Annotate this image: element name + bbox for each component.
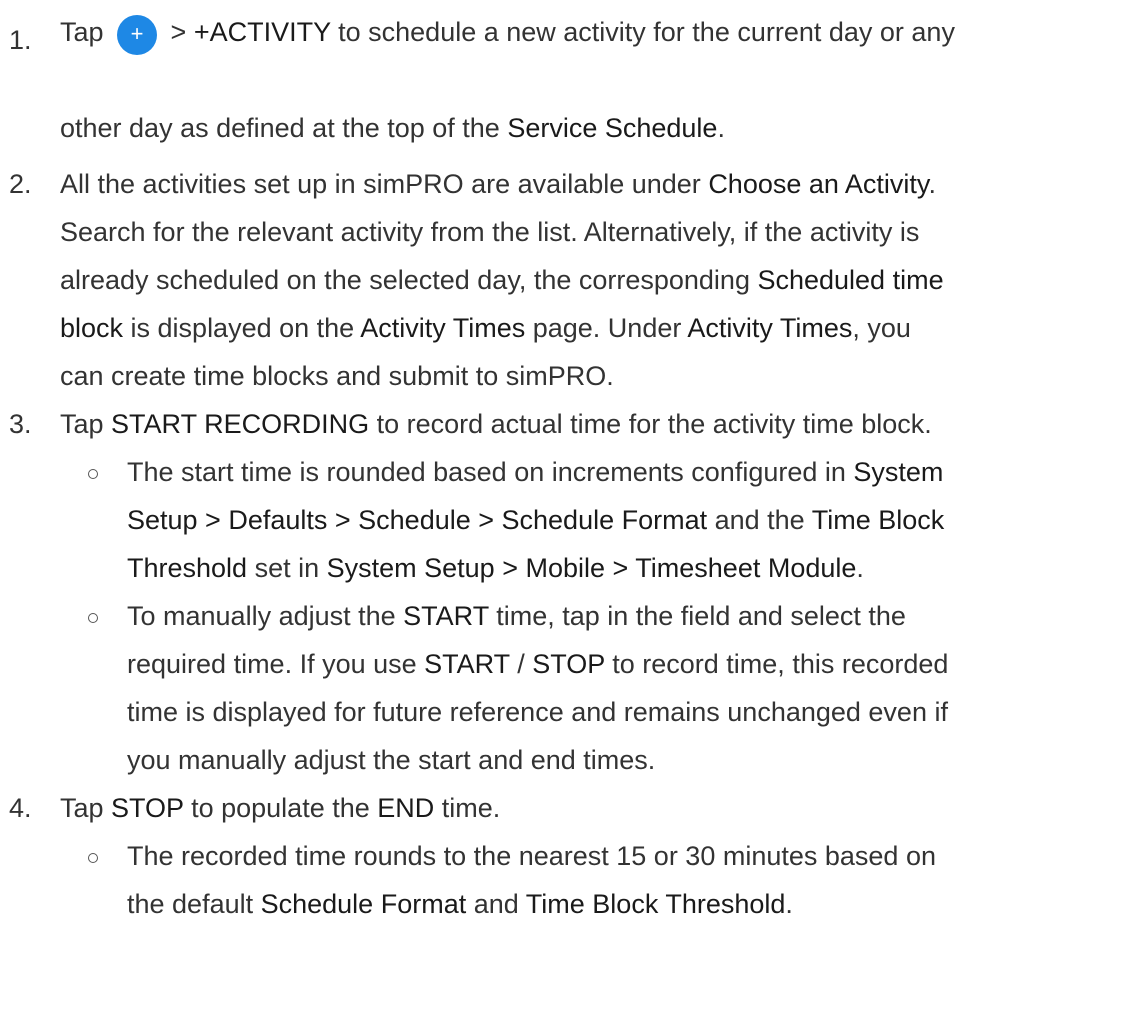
- text-segment: /: [509, 649, 533, 679]
- text-segment: to populate the: [183, 793, 378, 823]
- text-segment: to record actual time for the activity t…: [369, 409, 932, 439]
- text-segment: required time. If you use: [127, 649, 425, 679]
- text-segment: .: [717, 113, 725, 143]
- text-segment: time, tap in the field and select the: [488, 601, 906, 631]
- bullet-text: The recorded time rounds to the nearest …: [127, 832, 936, 928]
- ui-term: START: [403, 601, 489, 631]
- ui-term: STOP: [111, 793, 184, 823]
- text-line: you manually adjust the start and end ti…: [127, 736, 948, 784]
- step-text: Tap + > +ACTIVITY to schedule a new acti…: [60, 8, 1128, 152]
- ui-term: Time Block: [811, 505, 945, 535]
- ui-term: +ACTIVITY: [193, 17, 331, 47]
- text-line: The start time is rounded based on incre…: [127, 448, 944, 496]
- text-segment: Tap: [60, 17, 112, 47]
- ui-term: Scheduled time: [757, 265, 944, 295]
- ui-term: Threshold: [127, 553, 248, 583]
- text-segment: to schedule a new activity for the curre…: [330, 17, 955, 47]
- plus-button-icon: +: [117, 14, 158, 55]
- text-segment: you manually adjust the start and end ti…: [127, 745, 656, 775]
- ui-term: Choose an Activity: [708, 169, 929, 199]
- text-line: To manually adjust the START time, tap i…: [127, 592, 948, 640]
- step-text: All the activities set up in simPRO are …: [60, 160, 1128, 400]
- text-segment: Tap: [60, 409, 112, 439]
- ui-term: System: [853, 457, 944, 487]
- text-segment: already scheduled on the selected day, t…: [60, 265, 758, 295]
- text-segment: .: [856, 553, 864, 583]
- text-segment: >: [163, 17, 194, 47]
- text-segment: .: [785, 889, 793, 919]
- text-line: All the activities set up in simPRO are …: [60, 160, 1128, 208]
- ui-term: Activity Times: [687, 313, 853, 343]
- text-segment: To manually adjust the: [127, 601, 404, 631]
- text-line: Tap + > +ACTIVITY to schedule a new acti…: [60, 8, 1128, 56]
- text-segment: Search for the relevant activity from th…: [60, 217, 920, 247]
- text-line: other day as defined at the top of the S…: [60, 104, 1128, 152]
- text-segment: and: [466, 889, 526, 919]
- text-segment: .: [928, 169, 936, 199]
- ui-term: Schedule Format: [260, 889, 467, 919]
- text-line: Threshold set in System Setup > Mobile >…: [127, 544, 944, 592]
- bullet-text: The start time is rounded based on incre…: [127, 448, 944, 592]
- text-line: Tap STOP to populate the END time.: [60, 784, 1128, 832]
- bullet-marker: [88, 613, 98, 623]
- bullet-text: To manually adjust the START time, tap i…: [127, 592, 948, 784]
- ui-term: Time Block Threshold: [525, 889, 786, 919]
- text-segment: The start time is rounded based on incre…: [127, 457, 854, 487]
- bullet-marker: [88, 469, 98, 479]
- ui-term: System Setup > Mobile > Timesheet Module: [326, 553, 857, 583]
- ui-term: START RECORDING: [111, 409, 370, 439]
- text-line: [60, 56, 1128, 104]
- step-number: 2.: [9, 169, 32, 199]
- text-segment: set in: [247, 553, 327, 583]
- step-number: 4.: [9, 793, 32, 823]
- text-segment: and the: [707, 505, 812, 535]
- ui-term: block: [60, 313, 124, 343]
- text-line: block is displayed on the Activity Times…: [60, 304, 1128, 352]
- step-text: Tap STOP to populate the END time.: [60, 784, 1128, 832]
- text-segment: page. Under: [525, 313, 688, 343]
- bullet-marker: [88, 853, 98, 863]
- text-segment: can create time blocks and submit to sim…: [60, 361, 614, 391]
- text-segment: Tap: [60, 793, 112, 823]
- step-number: 3.: [9, 409, 32, 439]
- step-number: 1.: [9, 25, 32, 55]
- ui-term: STOP: [532, 649, 605, 679]
- text-line: required time. If you use START / STOP t…: [127, 640, 948, 688]
- text-segment: time is displayed for future reference a…: [127, 697, 948, 727]
- text-line: can create time blocks and submit to sim…: [60, 352, 1128, 400]
- text-line: time is displayed for future reference a…: [127, 688, 948, 736]
- step-text: Tap START RECORDING to record actual tim…: [60, 400, 1128, 448]
- ui-term: Setup > Defaults > Schedule > Schedule F…: [127, 505, 708, 535]
- text-segment: to record time, this recorded: [604, 649, 949, 679]
- text-line: already scheduled on the selected day, t…: [60, 256, 1128, 304]
- text-line: Tap START RECORDING to record actual tim…: [60, 400, 1128, 448]
- text-segment: is displayed on the: [123, 313, 361, 343]
- text-segment: , you: [852, 313, 911, 343]
- text-line: Setup > Defaults > Schedule > Schedule F…: [127, 496, 944, 544]
- ui-term: END: [377, 793, 435, 823]
- text-segment: time.: [434, 793, 501, 823]
- text-segment: the default: [127, 889, 261, 919]
- text-segment: All the activities set up in simPRO are …: [60, 169, 709, 199]
- text-segment: The recorded time rounds to the nearest …: [127, 841, 936, 871]
- ui-term: START: [424, 649, 510, 679]
- text-line: Search for the relevant activity from th…: [60, 208, 1128, 256]
- text-line: the default Schedule Format and Time Blo…: [127, 880, 936, 928]
- ui-term: Service Schedule: [507, 113, 718, 143]
- ui-term: Activity Times: [360, 313, 526, 343]
- text-line: The recorded time rounds to the nearest …: [127, 832, 936, 880]
- text-segment: other day as defined at the top of the: [60, 113, 508, 143]
